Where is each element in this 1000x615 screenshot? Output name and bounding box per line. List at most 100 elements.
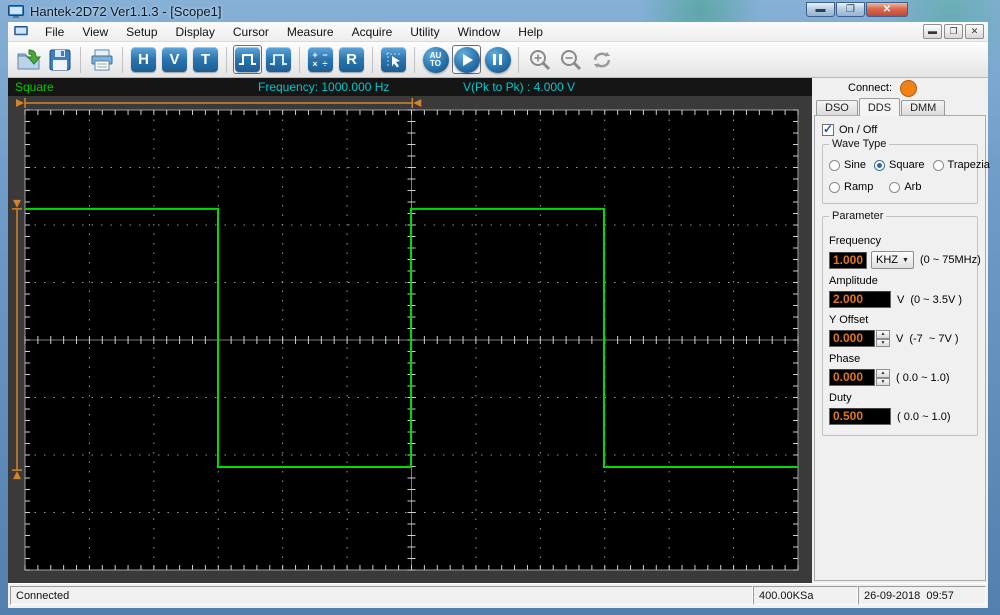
- connect-status-indicator: [900, 80, 917, 97]
- zoom-out-icon: [559, 48, 583, 72]
- phase-down-button[interactable]: ▼: [876, 378, 890, 387]
- menu-acquire[interactable]: Acquire: [343, 22, 402, 42]
- frequency-readout: Frequency: 1000.000 Hz: [258, 80, 389, 94]
- duty-label: Duty: [829, 392, 973, 404]
- measurement-bar: Square Frequency: 1000.000 Hz V(Pk to Pk…: [8, 78, 812, 96]
- menu-file[interactable]: File: [36, 22, 73, 42]
- print-button[interactable]: [87, 45, 116, 74]
- window-title: Hantek-2D72 Ver1.1.3 - [Scope1]: [30, 4, 222, 19]
- phase-range: ( 0.0 ~ 1.0): [896, 372, 950, 384]
- play-icon: [454, 47, 480, 73]
- radio-square[interactable]: [874, 160, 885, 171]
- title-bar: Hantek-2D72 Ver1.1.3 - [Scope1] ▬ ❐ ✕: [0, 0, 1000, 22]
- radio-arb[interactable]: [889, 182, 900, 193]
- on-off-checkbox[interactable]: [822, 124, 834, 136]
- frequency-unit-select[interactable]: KHZ ▼: [871, 251, 914, 269]
- menu-help[interactable]: Help: [509, 22, 552, 42]
- minimize-button[interactable]: ▬: [806, 2, 835, 17]
- duty-input[interactable]: 0.500: [829, 408, 891, 425]
- tab-dds[interactable]: DDS: [859, 98, 900, 116]
- zoom-in-button[interactable]: [525, 45, 554, 74]
- cursor-measure-button[interactable]: [379, 45, 408, 74]
- svg-text:×: ×: [312, 59, 317, 69]
- phase-input[interactable]: 0.000: [829, 369, 875, 386]
- pulse-dotted-icon: [266, 47, 291, 72]
- child-minimize-button[interactable]: ▬: [923, 24, 942, 39]
- close-button[interactable]: ✕: [866, 2, 908, 17]
- open-button[interactable]: [14, 45, 43, 74]
- vertical-button[interactable]: V: [160, 45, 189, 74]
- toolbar-separator: [414, 47, 415, 73]
- multi-waveform-button[interactable]: [264, 45, 293, 74]
- zoom-out-button[interactable]: [556, 45, 585, 74]
- phase-up-button[interactable]: ▲: [876, 369, 890, 378]
- trigger-button[interactable]: T: [191, 45, 220, 74]
- connection-status: Connected: [10, 586, 753, 605]
- pause-button[interactable]: [483, 45, 512, 74]
- reference-icon: R: [339, 47, 364, 72]
- toolbar-separator: [226, 47, 227, 73]
- radio-trapezia-label: Trapezia: [948, 159, 990, 171]
- vpkpk-readout: V(Pk to Pk) : 4.000 V: [463, 80, 575, 94]
- maximize-button[interactable]: ❐: [836, 2, 865, 17]
- horizontal-icon: H: [131, 47, 156, 72]
- radio-square-label: Square: [889, 159, 924, 171]
- single-waveform-button[interactable]: [233, 45, 262, 74]
- auto-button[interactable]: AUTO: [421, 45, 450, 74]
- dds-tab-page: On / Off Wave Type Sine Square Trapezia: [814, 115, 986, 581]
- frequency-input[interactable]: 1.000: [829, 252, 867, 269]
- duty-range: ( 0.0 ~ 1.0): [897, 411, 951, 423]
- math-button[interactable]: + − × ÷: [306, 45, 335, 74]
- status-bar: Connected 400.00KSa 26-09-2018 09:57: [8, 583, 988, 608]
- y-offset-up-button[interactable]: ▲: [876, 330, 890, 339]
- y-offset-label: Y Offset: [829, 314, 973, 326]
- toolbar-separator: [122, 47, 123, 73]
- y-offset-range: (-7 ~ 7V ): [909, 333, 958, 345]
- toolbar: H V T: [8, 42, 988, 78]
- toolbar-separator: [80, 47, 81, 73]
- on-off-label: On / Off: [839, 124, 877, 136]
- menu-window[interactable]: Window: [449, 22, 510, 42]
- radio-ramp[interactable]: [829, 182, 840, 193]
- refresh-button[interactable]: [587, 45, 616, 74]
- radio-sine[interactable]: [829, 160, 840, 171]
- save-icon: [49, 49, 71, 71]
- amplitude-label: Amplitude: [829, 275, 973, 287]
- toolbar-separator: [518, 47, 519, 73]
- reference-button[interactable]: R: [337, 45, 366, 74]
- child-close-button[interactable]: ✕: [965, 24, 984, 39]
- menu-bar: File View Setup Display Cursor Measure A…: [8, 22, 988, 42]
- trigger-icon: T: [193, 47, 218, 72]
- amplitude-range: (0 ~ 3.5V ): [910, 294, 962, 306]
- run-button[interactable]: [452, 45, 481, 74]
- menu-measure[interactable]: Measure: [278, 22, 343, 42]
- radio-trapezia[interactable]: [933, 160, 944, 171]
- pulse-icon: [235, 47, 260, 72]
- menu-utility[interactable]: Utility: [401, 22, 448, 42]
- menu-setup[interactable]: Setup: [117, 22, 166, 42]
- y-offset-down-button[interactable]: ▼: [876, 339, 890, 348]
- cursor-icon: [381, 47, 406, 72]
- tab-dmm[interactable]: DMM: [901, 100, 945, 115]
- menu-cursor[interactable]: Cursor: [224, 22, 278, 42]
- radio-arb-label: Arb: [904, 181, 921, 193]
- scope-child-icon: [14, 26, 28, 37]
- menu-display[interactable]: Display: [167, 22, 224, 42]
- phase-label: Phase: [829, 353, 973, 365]
- frequency-unit-value: KHZ: [876, 254, 898, 266]
- auto-icon: AUTO: [423, 47, 449, 73]
- scope-display[interactable]: [8, 96, 812, 583]
- parameter-group: Parameter Frequency 1.000 KHZ ▼ (0 ~ 75M…: [822, 216, 978, 436]
- y-offset-input[interactable]: 0.000: [829, 330, 875, 347]
- horizontal-button[interactable]: H: [129, 45, 158, 74]
- save-button[interactable]: [45, 45, 74, 74]
- menu-view[interactable]: View: [73, 22, 117, 42]
- window-frame: Hantek-2D72 Ver1.1.3 - [Scope1] ▬ ❐ ✕ Fi…: [0, 0, 1000, 615]
- zoom-in-icon: [528, 48, 552, 72]
- tab-dso[interactable]: DSO: [816, 100, 858, 115]
- open-folder-icon: [16, 48, 42, 72]
- amplitude-input[interactable]: 2.000: [829, 291, 891, 308]
- toolbar-separator: [299, 47, 300, 73]
- y-offset-unit: V: [896, 333, 903, 345]
- child-restore-button[interactable]: ❐: [944, 24, 963, 39]
